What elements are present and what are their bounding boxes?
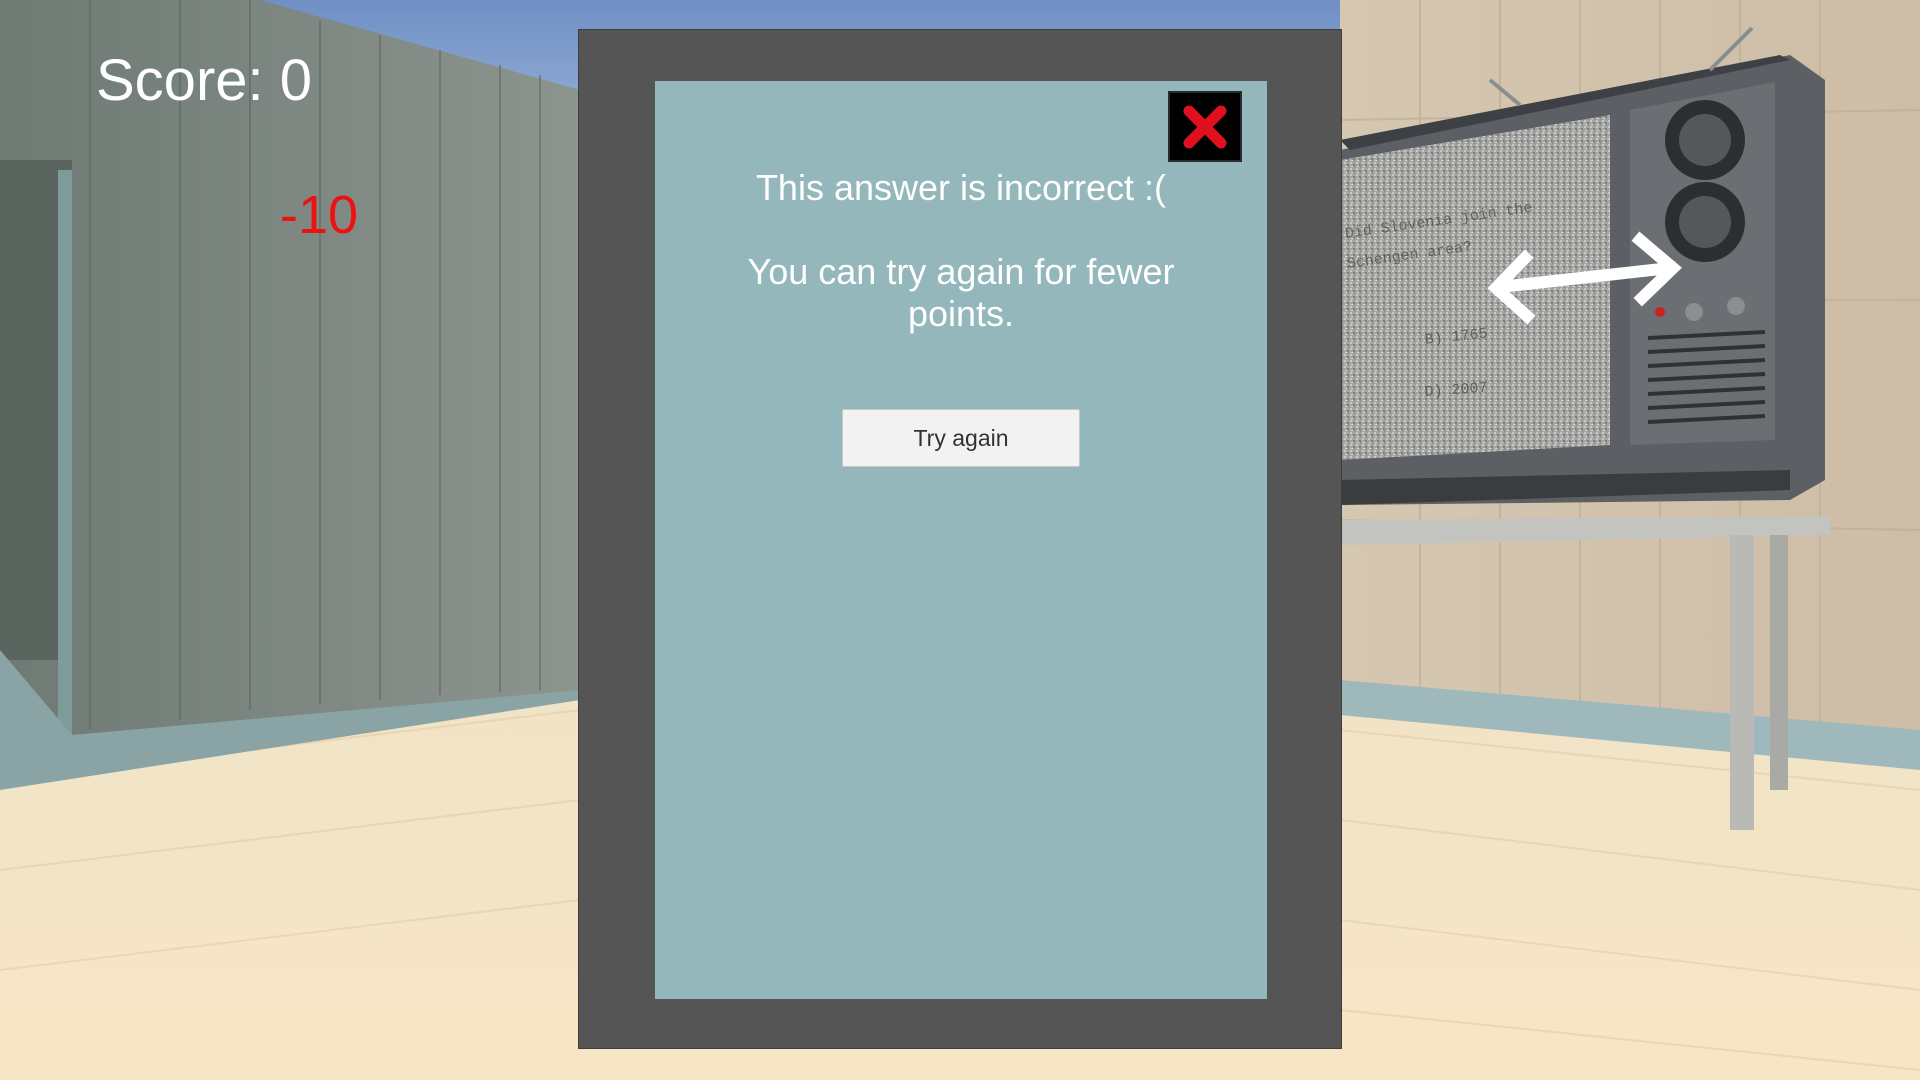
- try-again-label: Try again: [913, 424, 1009, 451]
- close-x-icon: [1183, 105, 1227, 148]
- feedback-panel: This answer is incorrect :( You can try …: [655, 81, 1267, 999]
- feedback-dialog: This answer is incorrect :( You can try …: [578, 29, 1342, 1049]
- try-again-button[interactable]: Try again: [842, 409, 1080, 467]
- incorrect-message: This answer is incorrect :(: [755, 167, 1167, 208]
- score-delta: -10: [280, 185, 359, 245]
- close-button[interactable]: [1168, 91, 1242, 162]
- score-label: Score: 0: [96, 48, 312, 113]
- retry-message: You can try again for fewer points.: [747, 251, 1175, 334]
